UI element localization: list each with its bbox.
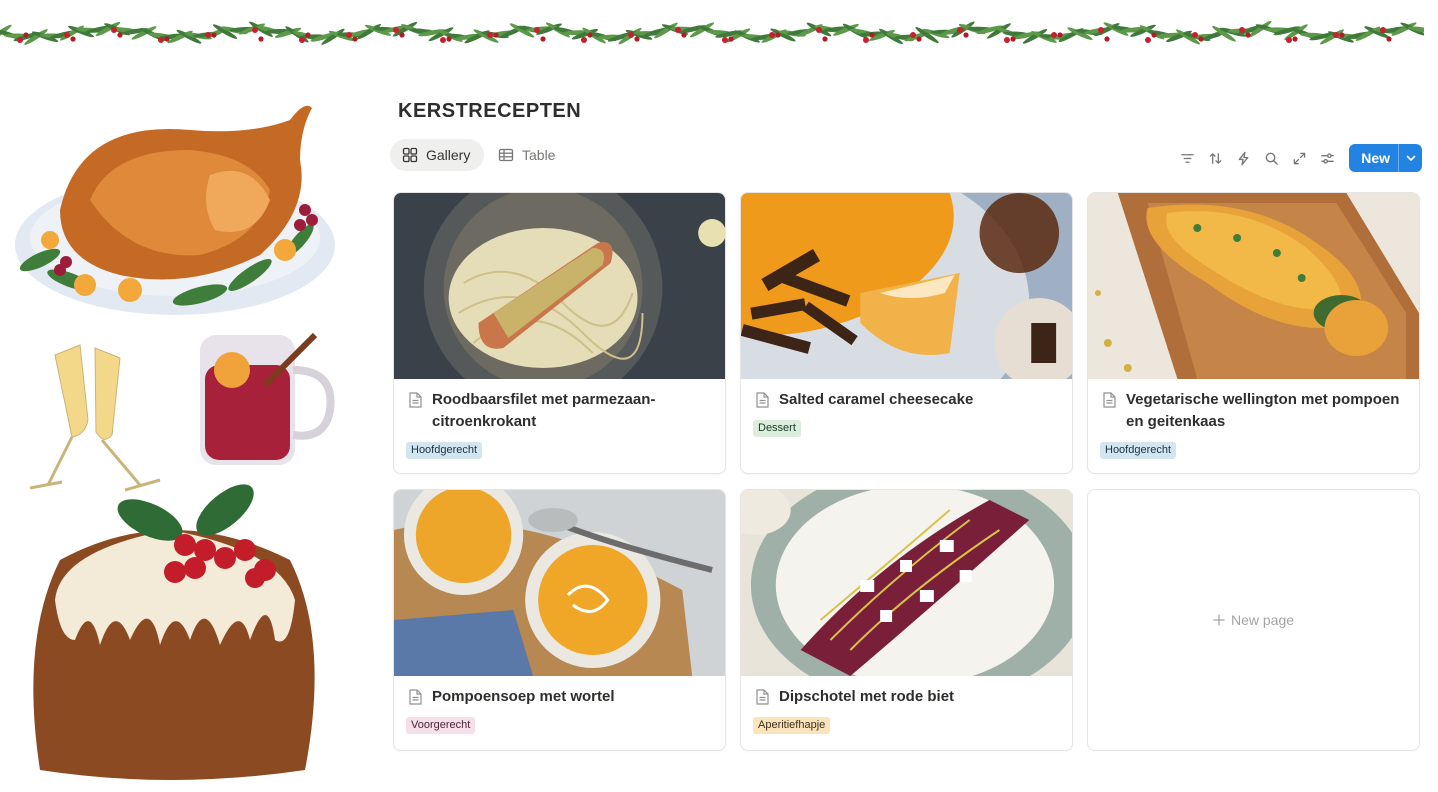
card-title: Salted caramel cheesecake bbox=[779, 391, 974, 408]
page-icon bbox=[409, 392, 422, 408]
plus-icon bbox=[1213, 614, 1225, 626]
category-tag: Voorgerecht bbox=[406, 717, 476, 734]
view-settings-button[interactable] bbox=[1313, 144, 1341, 172]
gallery-card[interactable]: Dipschotel met rode biet Aperitiefhapje bbox=[740, 489, 1073, 751]
category-tag: Dessert bbox=[753, 420, 801, 437]
page-icon bbox=[1103, 392, 1116, 408]
automation-icon bbox=[1238, 151, 1249, 165]
filter-button[interactable] bbox=[1173, 144, 1201, 172]
new-button-group: New bbox=[1349, 144, 1422, 172]
gallery-grid: Roodbaarsfilet met parmezaan-citroenkrok… bbox=[393, 192, 1420, 751]
new-page-card[interactable]: New page bbox=[1087, 489, 1420, 751]
search-icon bbox=[1265, 152, 1278, 165]
category-tag: Hoofdgerecht bbox=[406, 442, 483, 459]
card-cover-image bbox=[394, 193, 725, 379]
database-view: KERSTRECEPTEN Gallery Table New Roodbaar… bbox=[390, 90, 1426, 751]
gallery-card[interactable]: Salted caramel cheesecake Dessert bbox=[740, 192, 1073, 474]
champagne-glasses-illustration bbox=[29, 344, 161, 492]
automation-button[interactable] bbox=[1229, 144, 1257, 172]
christmas-pudding-illustration bbox=[33, 484, 315, 780]
settings-icon bbox=[1320, 152, 1334, 164]
expand-button[interactable] bbox=[1285, 144, 1313, 172]
tab-table-label: Table bbox=[522, 147, 556, 163]
sort-button[interactable] bbox=[1201, 144, 1229, 172]
garland-banner bbox=[0, 0, 1424, 66]
new-page-label: New page bbox=[1230, 612, 1295, 628]
new-button[interactable]: New bbox=[1349, 144, 1398, 172]
chevron-down-icon bbox=[1406, 155, 1415, 161]
mulled-wine-illustration bbox=[200, 332, 335, 465]
page-icon bbox=[409, 689, 422, 705]
tab-table[interactable]: Table bbox=[486, 139, 567, 171]
filter-icon bbox=[1180, 153, 1194, 163]
new-dropdown-button[interactable] bbox=[1398, 144, 1422, 172]
roast-turkey-illustration bbox=[15, 105, 335, 315]
tab-gallery[interactable]: Gallery bbox=[390, 139, 484, 171]
gallery-card[interactable]: Pompoensoep met wortel Voorgerecht bbox=[393, 489, 726, 751]
card-cover-image bbox=[394, 490, 725, 676]
search-button[interactable] bbox=[1257, 144, 1285, 172]
card-cover-image bbox=[1088, 193, 1419, 379]
card-cover-image bbox=[741, 193, 1072, 379]
card-cover-image bbox=[741, 490, 1072, 676]
gallery-icon bbox=[402, 147, 418, 163]
page-icon bbox=[756, 689, 769, 705]
sort-icon bbox=[1209, 152, 1222, 164]
card-title: Roodbaarsfilet met parmezaan-citroenkrok… bbox=[432, 391, 656, 430]
category-tag: Aperitiefhapje bbox=[753, 717, 831, 734]
tab-gallery-label: Gallery bbox=[426, 147, 471, 163]
expand-icon bbox=[1293, 152, 1306, 164]
card-title: Dipschotel met rode biet bbox=[779, 688, 955, 705]
card-title: Vegetarische wellington met pompoen en g… bbox=[1126, 391, 1400, 430]
christmas-illustrations bbox=[15, 105, 335, 780]
page-icon bbox=[756, 392, 769, 408]
table-icon bbox=[498, 148, 514, 162]
view-toolbar: New bbox=[1173, 144, 1422, 172]
gallery-card[interactable]: Roodbaarsfilet met parmezaan-citroenkrok… bbox=[393, 192, 726, 474]
page-title: KERSTRECEPTEN bbox=[398, 100, 582, 122]
category-tag: Hoofdgerecht bbox=[1100, 442, 1177, 459]
gallery-card[interactable]: Vegetarische wellington met pompoen en g… bbox=[1087, 192, 1420, 474]
view-bar: Gallery Table New bbox=[390, 139, 1422, 173]
card-title: Pompoensoep met wortel bbox=[432, 688, 615, 705]
